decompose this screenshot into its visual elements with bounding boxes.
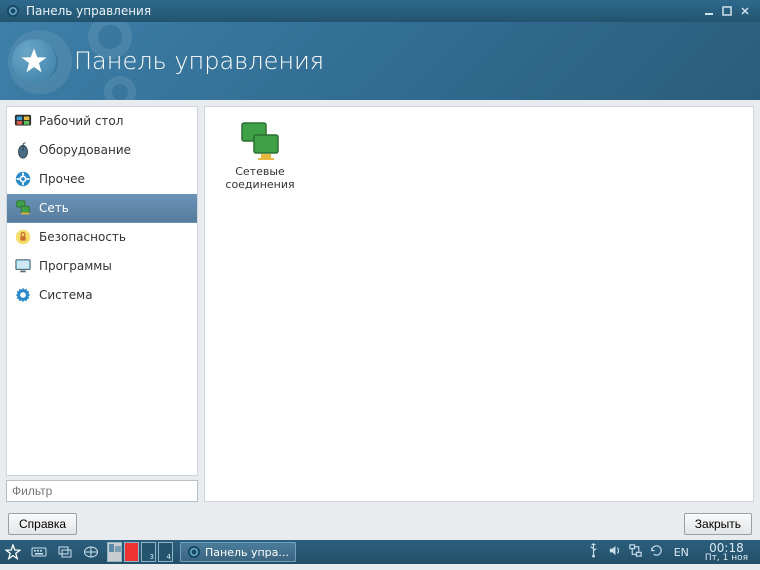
sidebar-item-label: Безопасность (39, 230, 126, 244)
sidebar-item-system[interactable]: Система (7, 281, 197, 310)
desktop-icon (13, 111, 33, 131)
workspace-1[interactable] (107, 542, 122, 562)
sidebar-item-label: Рабочий стол (39, 114, 123, 128)
workspace-4[interactable]: 4 (158, 542, 173, 562)
close-button[interactable] (736, 6, 754, 16)
page-title: Панель управления (74, 47, 324, 75)
cog-icon (13, 285, 33, 305)
task-label: Панель упра... (205, 546, 289, 559)
network-tray-icon[interactable] (628, 543, 643, 561)
network-connections-icon (236, 121, 284, 161)
item-network-connections[interactable]: Сетевые соединения (215, 117, 305, 195)
item-label: Сетевые соединения (225, 165, 294, 191)
window-app-icon (6, 4, 20, 18)
sidebar-item-network[interactable]: Сеть (7, 194, 197, 223)
clock-time: 00:18 (705, 542, 748, 554)
sidebar-item-programs[interactable]: Программы (7, 252, 197, 281)
taskbar: 3 4 Панель упра... EN 00:18 Пт, 1 ноя (0, 540, 760, 564)
window-title: Панель управления (26, 4, 151, 18)
shield-icon (13, 227, 33, 247)
sidebar-item-hardware[interactable]: Оборудование (7, 136, 197, 165)
clock-date: Пт, 1 ноя (705, 554, 748, 563)
sidebar-item-label: Система (39, 288, 93, 302)
taskbar-task-control-panel[interactable]: Панель упра... (180, 542, 296, 562)
workspace-pager[interactable]: 3 4 (106, 540, 174, 564)
main-pane: Сетевые соединения (204, 106, 754, 502)
gear-icon (13, 169, 33, 189)
sidebar-item-misc[interactable]: Прочее (7, 165, 197, 194)
category-list: Рабочий стол Оборудование Прочее Сеть Бе… (6, 106, 198, 476)
language-indicator[interactable]: EN (670, 546, 693, 559)
clock[interactable]: 00:18 Пт, 1 ноя (699, 542, 754, 563)
star-badge-icon (12, 39, 56, 83)
mouse-icon (13, 140, 33, 160)
start-menu-button[interactable] (0, 540, 26, 564)
sidebar-item-label: Прочее (39, 172, 85, 186)
system-tray: EN 00:18 Пт, 1 ноя (580, 540, 760, 564)
display-icon (13, 256, 33, 276)
keyboard-indicator-icon[interactable] (26, 540, 52, 564)
help-button[interactable]: Справка (8, 513, 77, 535)
sidebar-item-label: Сеть (39, 201, 69, 215)
close-dialog-button[interactable]: Закрыть (684, 513, 752, 535)
workspace-3[interactable]: 3 (141, 542, 156, 562)
header-banner: Панель управления (0, 22, 760, 100)
workspace-2[interactable] (124, 542, 139, 562)
sidebar-item-desktop[interactable]: Рабочий стол (7, 107, 197, 136)
volume-icon[interactable] (607, 543, 622, 561)
usb-icon[interactable] (586, 543, 601, 561)
network-icon (13, 198, 33, 218)
sidebar: Рабочий стол Оборудование Прочее Сеть Бе… (6, 106, 198, 502)
button-bar: Справка Закрыть (0, 508, 760, 540)
titlebar: Панель управления (0, 0, 760, 22)
sidebar-item-label: Оборудование (39, 143, 131, 157)
updates-icon[interactable] (649, 543, 664, 561)
maximize-button[interactable] (718, 6, 736, 16)
minimize-button[interactable] (700, 6, 718, 16)
filter-input[interactable] (6, 480, 198, 502)
sidebar-item-security[interactable]: Безопасность (7, 223, 197, 252)
sidebar-item-label: Программы (39, 259, 112, 273)
show-desktop-icon[interactable] (78, 540, 104, 564)
windows-overview-icon[interactable] (52, 540, 78, 564)
